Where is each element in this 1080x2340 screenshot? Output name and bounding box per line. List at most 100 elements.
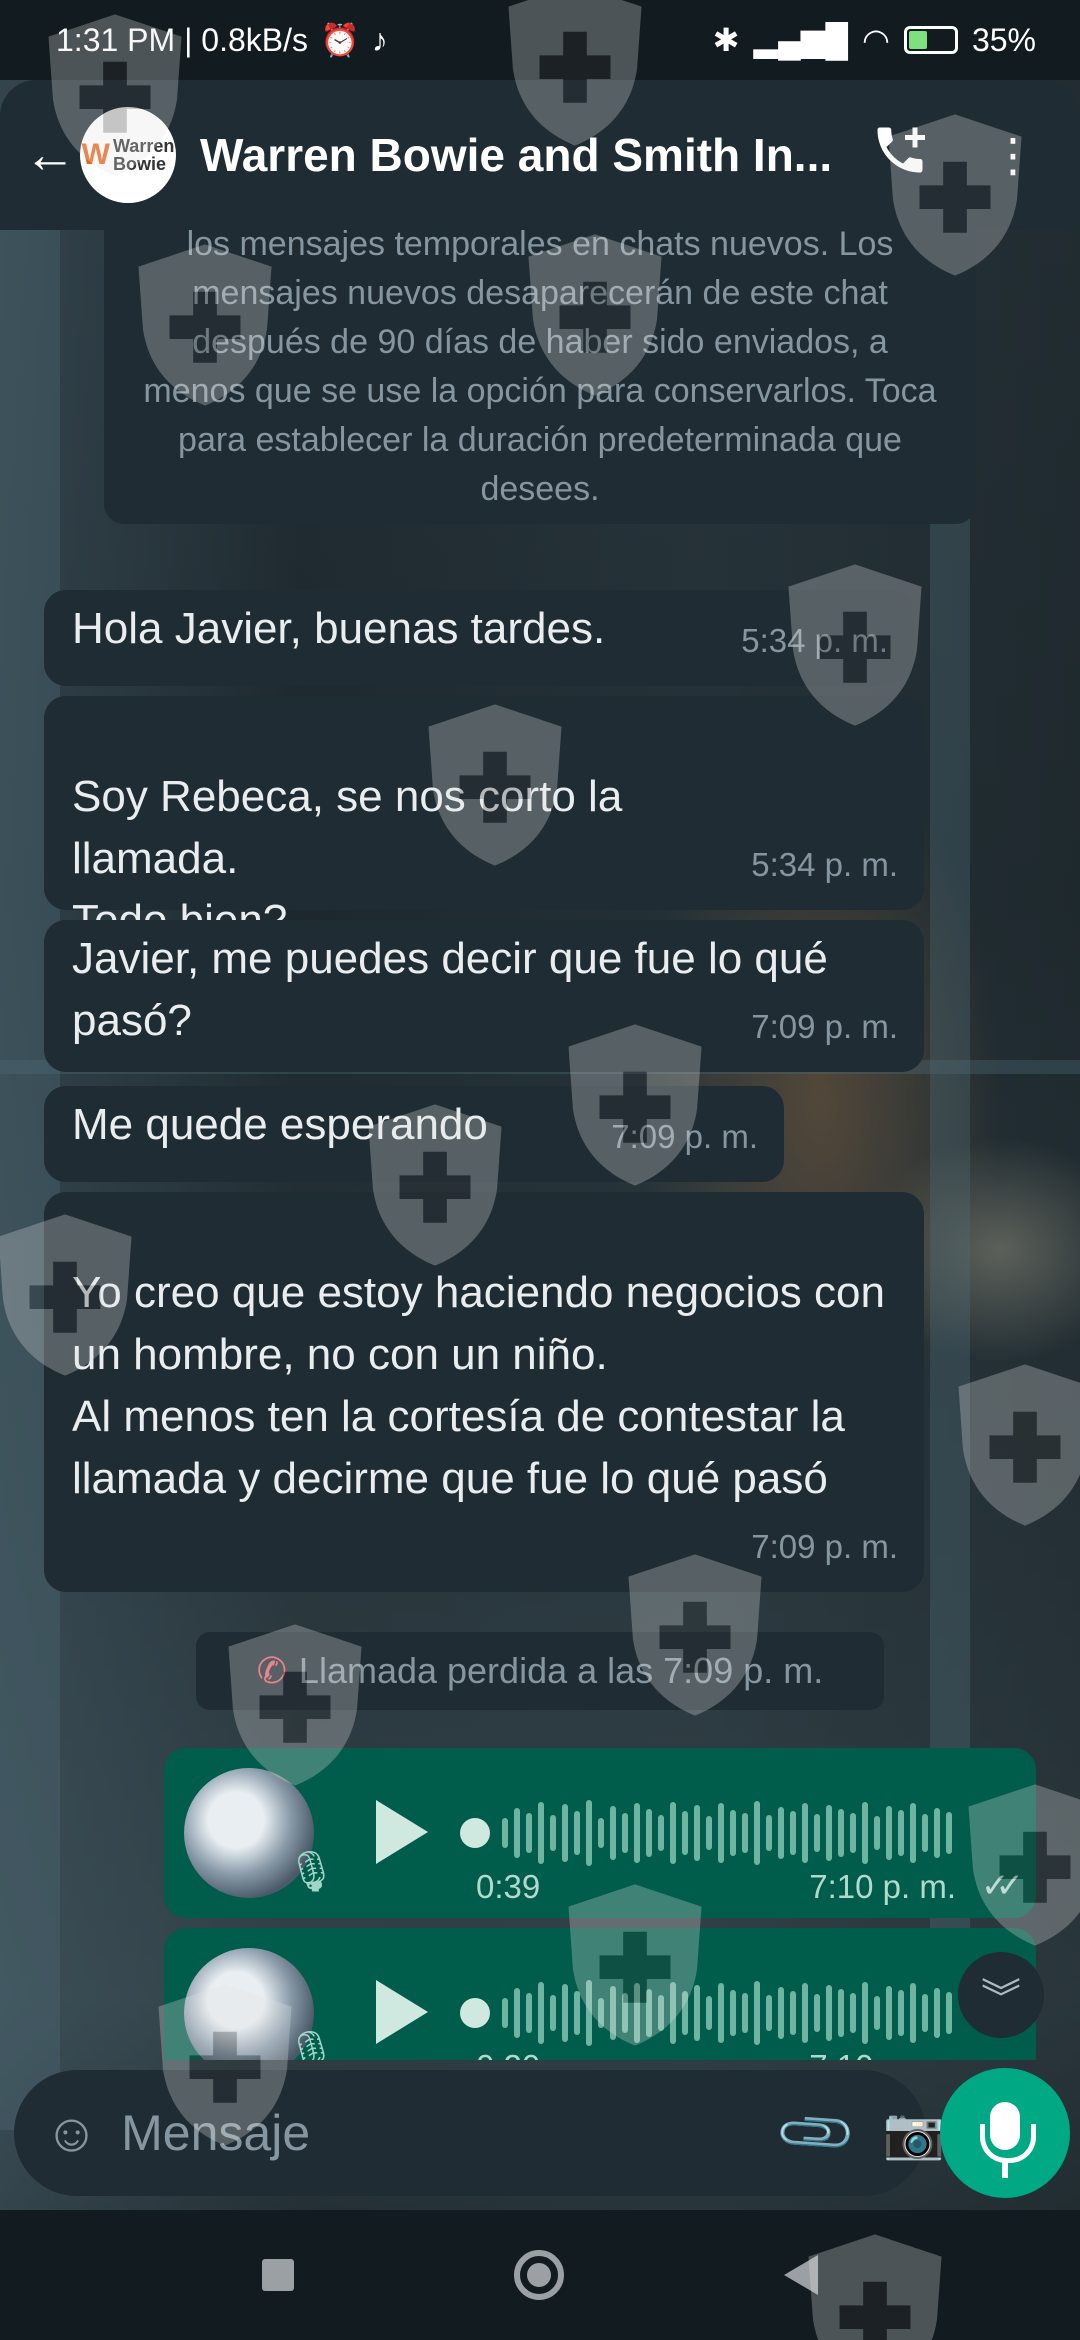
message-input[interactable]	[121, 2104, 765, 2162]
add-call-icon[interactable]	[870, 120, 930, 191]
waveform-bar	[742, 1993, 748, 2033]
waveform-bar	[538, 1802, 544, 1864]
waveform-bar	[754, 1801, 760, 1865]
message-text: Hola Javier, buenas tardes.	[72, 604, 606, 653]
waveform-bar	[694, 1805, 700, 1861]
message-bubble[interactable]: Javier, me puedes decir que fue lo qué p…	[44, 920, 924, 1072]
waveform-bar	[682, 1991, 688, 2035]
play-icon[interactable]	[376, 1980, 428, 2044]
voice-duration: 0:39	[476, 1868, 541, 1905]
recents-button[interactable]	[262, 2259, 294, 2291]
waveform-bar	[850, 1993, 856, 2033]
waveform-bar	[610, 1806, 616, 1860]
chat-area[interactable]: los mensajes temporales en chats nuevos.…	[0, 230, 1080, 2060]
contact-avatar[interactable]: W Warren Bowie	[80, 107, 176, 203]
emoji-icon[interactable]: ☺	[44, 2102, 99, 2164]
battery-level: 35%	[971, 21, 1036, 58]
waveform-bar	[574, 1811, 580, 1855]
signal-icon: ▂▄▆█	[753, 22, 849, 58]
waveform-bar	[862, 1982, 868, 2044]
waveform-bar	[514, 1988, 520, 2038]
waveform-bar	[838, 1809, 844, 1857]
waveform-bar	[718, 1803, 724, 1863]
waveform-bar	[514, 1808, 520, 1858]
system-nav-bar	[0, 2210, 1080, 2340]
chat-title[interactable]: Warren Bowie and Smith In...	[200, 128, 860, 182]
disappearing-messages-notice[interactable]: los mensajes temporales en chats nuevos.…	[104, 230, 976, 524]
playback-slider-handle[interactable]	[460, 1818, 490, 1848]
message-time: 7:09 p. m.	[751, 1008, 898, 1045]
waveform-bar	[802, 1803, 808, 1863]
waveform-bar	[622, 1993, 628, 2033]
back-arrow-icon[interactable]: ←	[24, 125, 76, 185]
waveform-bar	[562, 1984, 568, 2042]
waveform-bar	[946, 1812, 952, 1854]
back-button[interactable]	[784, 2255, 818, 2295]
waveform-bar	[898, 1990, 904, 2036]
record-voice-button[interactable]	[940, 2068, 1070, 2198]
message-bubble[interactable]: Hola Javier, buenas tardes. 5:34 p. m.	[44, 590, 914, 686]
waveform-bar	[586, 1800, 592, 1866]
waveform-bar	[874, 1816, 880, 1850]
waveform-bar	[742, 1813, 748, 1853]
avatar-line2: Bowie	[112, 154, 166, 174]
message-time: 7:09 p. m.	[751, 1528, 898, 1565]
waveform-bar	[550, 1995, 556, 2031]
waveform-bar	[910, 1803, 916, 1863]
missed-call-icon: ✆	[256, 1650, 287, 1691]
voice-time: 7:10 p. m.	[809, 2048, 956, 2060]
waveform-bar	[790, 1991, 796, 2035]
waveform-bar	[814, 1814, 820, 1852]
message-bubble[interactable]: Soy Rebeca, se nos corto la llamada. Tod…	[44, 696, 924, 945]
waveform-bar	[526, 1813, 532, 1853]
waveform-bar	[634, 1983, 640, 2043]
waveform-bar	[586, 1980, 592, 2046]
status-bar: 1:31 PM | 0.8kB/s ⏰ ♪ ✱ ▂▄▆█ ◠ 35%	[0, 0, 1080, 80]
waveform[interactable]	[502, 1976, 1002, 2050]
waveform-bar	[874, 1996, 880, 2030]
waveform-bar	[910, 1983, 916, 2043]
waveform-bar	[610, 1986, 616, 2040]
waveform-bar	[766, 1995, 772, 2031]
waveform-bar	[730, 1990, 736, 2036]
waveform-bar	[850, 1813, 856, 1853]
missed-call-notice[interactable]: ✆ Llamada perdida a las 7:09 p. m.	[196, 1632, 884, 1710]
waveform-bar	[814, 1994, 820, 2032]
message-time: 7:09 p. m.	[611, 1118, 758, 1155]
waveform[interactable]	[502, 1796, 1002, 1870]
waveform-bar	[502, 1818, 508, 1848]
message-bubble[interactable]: Me quede esperando 7:09 p. m.	[44, 1086, 784, 1182]
microphone-icon: 🎙	[286, 1850, 337, 1894]
status-right: ✱ ▂▄▆█ ◠ 35%	[713, 21, 1036, 59]
voice-note[interactable]: 🎙 0:39 7:10 p. m. ✓✓	[164, 1748, 1036, 1918]
play-icon[interactable]	[376, 1800, 428, 1864]
attach-icon[interactable]: 📎	[772, 2089, 861, 2178]
waveform-bar	[718, 1983, 724, 2043]
avatar-line1: Warren	[112, 136, 175, 156]
scroll-to-bottom-button[interactable]: ︾	[958, 1952, 1044, 2038]
waveform-bar	[646, 1989, 652, 2037]
waveform-bar	[802, 1983, 808, 2043]
waveform-bar	[934, 1808, 940, 1858]
more-options-icon[interactable]: ⋮	[990, 128, 1036, 182]
waveform-bar	[538, 1982, 544, 2044]
message-bubble[interactable]: Yo creo que estoy haciendo negocios con …	[44, 1192, 924, 1592]
waveform-bar	[658, 1815, 664, 1851]
message-text: Yo creo que estoy haciendo negocios con …	[72, 1268, 885, 1503]
playback-slider-handle[interactable]	[460, 1998, 490, 2028]
waveform-bar	[598, 1818, 604, 1848]
waveform-bar	[922, 1814, 928, 1852]
waveform-bar	[502, 1998, 508, 2028]
message-time: 5:34 p. m.	[751, 846, 898, 883]
bluetooth-icon: ✱	[712, 22, 740, 58]
voice-duration: 0:20	[476, 2048, 540, 2060]
camera-icon[interactable]: 📷	[883, 2104, 945, 2163]
waveform-bar	[886, 1806, 892, 1860]
voice-note[interactable]: 🎙 0:20 7:10 p. m.	[164, 1928, 1036, 2060]
microphone-icon	[980, 2102, 1036, 2178]
home-button[interactable]	[514, 2250, 564, 2300]
voice-time: 7:10 p. m.	[809, 1868, 956, 1905]
message-time: 5:34 p. m.	[741, 622, 888, 659]
waveform-bar	[574, 1991, 580, 2035]
waveform-bar	[862, 1802, 868, 1864]
